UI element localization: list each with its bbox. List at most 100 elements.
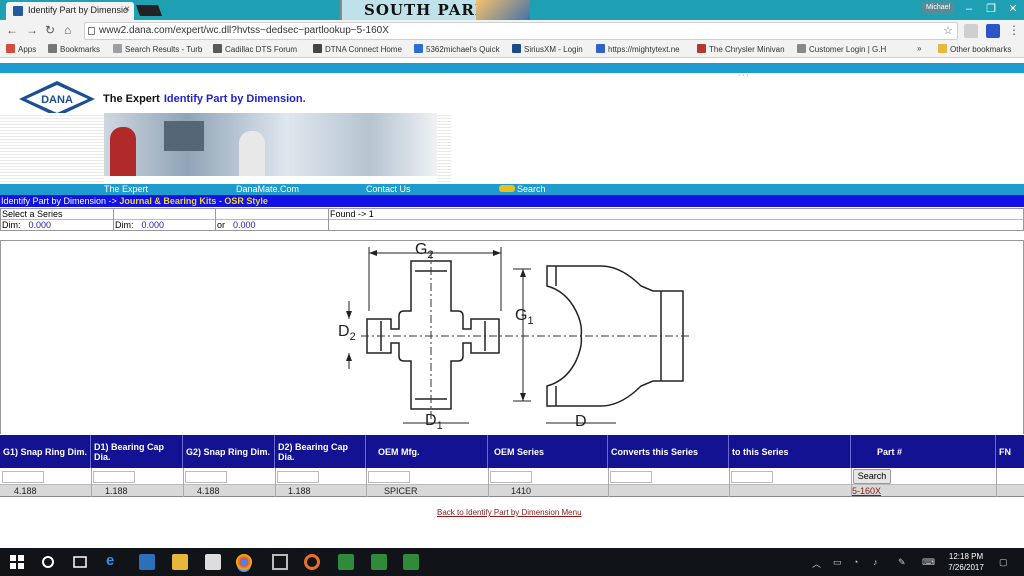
- back-icon[interactable]: ←: [6, 23, 18, 37]
- dim2-field[interactable]: Dim: 0.000: [114, 220, 164, 231]
- decorative-dots: · · ·: [738, 72, 749, 79]
- g1-input[interactable]: [2, 471, 44, 483]
- col-to-series: to this Series: [729, 435, 851, 468]
- bookmark-item[interactable]: 5362michael's Quick: [414, 44, 500, 54]
- converts-input[interactable]: [610, 471, 652, 483]
- edge-icon[interactable]: e: [106, 552, 122, 569]
- svg-text:DANA: DANA: [41, 94, 73, 106]
- nav-the-expert[interactable]: The Expert: [104, 184, 148, 195]
- chrome-icon[interactable]: [236, 554, 252, 570]
- oem-mfg-input[interactable]: [368, 471, 410, 483]
- cell-d1: 1.188: [105, 486, 128, 496]
- select-series-label[interactable]: Select a Series: [1, 209, 63, 220]
- taskbar: e ︿ ▭ ◔ ♪ ✎ ⌨ 12:18 PM 7/26/2017 ▢: [0, 548, 1024, 576]
- forward-icon[interactable]: →: [26, 23, 38, 37]
- bookmark-star-icon[interactable]: ☆: [943, 24, 953, 37]
- file-explorer-icon[interactable]: [172, 554, 188, 570]
- bookmarks-bar: Apps Bookmarks Search Results - Turb Cad…: [0, 42, 1024, 58]
- extension-icon[interactable]: [986, 24, 1000, 38]
- brand-subtitle: Identify Part by Dimension.: [163, 93, 306, 105]
- nav-danamate[interactable]: DanaMate.Com: [236, 184, 299, 195]
- app-icon[interactable]: [371, 554, 387, 570]
- d1-input[interactable]: [93, 471, 135, 483]
- more-bookmarks-icon[interactable]: »: [917, 44, 921, 53]
- g2-label: G2: [415, 241, 434, 262]
- bookmark-item[interactable]: Apps: [6, 44, 36, 54]
- col-d2: D2) Bearing Cap Dia.: [275, 435, 366, 468]
- header-stripe: [0, 63, 1024, 73]
- dimension-diagram: G2 G1 D2 D1 D: [0, 240, 1024, 434]
- media-app-icon[interactable]: [304, 554, 320, 570]
- pen-icon[interactable]: ✎: [898, 557, 906, 568]
- cell-d2: 1.188: [288, 486, 311, 496]
- keyboard-icon[interactable]: ⌨: [922, 557, 935, 568]
- address-bar[interactable]: www2.dana.com/expert/wc.dll?hvtss~dedsec…: [84, 22, 958, 40]
- bookmark-item[interactable]: Other bookmarks: [938, 44, 1011, 54]
- task-view-icon[interactable]: [72, 554, 88, 570]
- new-tab-button[interactable]: [135, 5, 163, 16]
- decorative-lines: [0, 113, 104, 185]
- maximize-icon[interactable]: ❐: [980, 0, 1002, 20]
- cell-g1: 4.188: [14, 486, 37, 496]
- store-icon[interactable]: [205, 554, 221, 570]
- g2-input[interactable]: [185, 471, 227, 483]
- decorative-lines: [437, 113, 451, 185]
- bookmark-item[interactable]: Cadillac DTS Forum: [213, 44, 297, 54]
- volume-icon[interactable]: ♪: [873, 557, 878, 567]
- bookmark-item[interactable]: DTNA Connect Home: [313, 44, 402, 54]
- app-icon[interactable]: [338, 554, 354, 570]
- or-field[interactable]: or 0.000: [216, 220, 256, 231]
- bookmark-item[interactable]: SiriusXM - Login: [512, 44, 583, 54]
- profile-button[interactable]: Michael: [922, 2, 954, 14]
- reload-icon[interactable]: ↻: [45, 23, 55, 37]
- page-info-icon[interactable]: [88, 27, 95, 35]
- nav-contact-us[interactable]: Contact Us: [366, 184, 411, 195]
- notifications-icon[interactable]: ▢: [999, 557, 1008, 568]
- page-content: DANA The Expert Identify Part by Dimensio…: [0, 58, 1024, 548]
- windows-start-icon[interactable]: [9, 554, 25, 570]
- d2-input[interactable]: [277, 471, 319, 483]
- url-text: www2.dana.com/expert/wc.dll?hvtss~dedsec…: [99, 25, 389, 36]
- breadcrumb-parent[interactable]: Identify Part by Dimension ->: [1, 196, 117, 206]
- home-icon[interactable]: ⌂: [64, 23, 71, 37]
- d1-label: D1: [425, 412, 443, 433]
- close-tab-icon[interactable]: ×: [124, 4, 130, 15]
- extension-icon[interactable]: [964, 24, 978, 38]
- search-button[interactable]: Search: [853, 469, 891, 484]
- clock[interactable]: 12:18 PM 7/26/2017: [944, 551, 988, 573]
- brand-heading: The Expert Identify Part by Dimension.: [103, 93, 306, 105]
- g1-label: G1: [515, 307, 534, 328]
- breadcrumb: Identify Part by Dimension -> Journal & …: [0, 195, 1024, 207]
- oem-series-input[interactable]: [490, 471, 532, 483]
- bookmark-item[interactable]: The Chrysler Minivan: [697, 44, 785, 54]
- bookmark-item[interactable]: Bookmarks: [48, 44, 100, 54]
- table-header: G1) Snap Ring Dim. D1) Bearing Cap Dia. …: [0, 435, 1024, 468]
- back-to-menu-link[interactable]: Back to Identify Part by Dimension Menu: [437, 508, 582, 517]
- d-label: D: [575, 413, 587, 430]
- battery-icon[interactable]: ▭: [833, 557, 842, 568]
- bookmark-item[interactable]: https://mightytext.ne: [596, 44, 680, 54]
- minimize-icon[interactable]: –: [958, 0, 980, 20]
- menu-icon[interactable]: ⋮: [1008, 23, 1020, 37]
- wifi-icon[interactable]: ◔: [853, 557, 858, 567]
- close-window-icon[interactable]: ✕: [1002, 0, 1024, 20]
- header-photo: [104, 113, 437, 176]
- bookmark-item[interactable]: Search Results - Turb: [113, 44, 202, 54]
- site-nav: The Expert DanaMate.Com Contact Us Searc…: [0, 184, 1024, 195]
- part-number-link[interactable]: 5-160X: [852, 485, 881, 497]
- app-icon[interactable]: [403, 554, 419, 570]
- browser-tab[interactable]: Identify Part by Dimensio ×: [6, 2, 134, 20]
- tab-bar: Identify Part by Dimensio × SOUTH PARK M…: [0, 0, 1024, 20]
- app-icon[interactable]: [139, 554, 155, 570]
- to-series-input[interactable]: [731, 471, 773, 483]
- filter-input-row: Search: [0, 468, 1024, 485]
- dim1-field[interactable]: Dim: 0.000: [1, 220, 51, 231]
- bookmark-item[interactable]: Customer Login | G.H: [797, 44, 886, 54]
- tray-chevron-icon[interactable]: ︿: [812, 557, 821, 570]
- u-joint-diagram: [346, 247, 691, 424]
- cell-oem-mfg: SPICER: [384, 486, 418, 496]
- new-badge-icon: [499, 185, 515, 192]
- window-app-icon[interactable]: [272, 554, 288, 570]
- nav-search[interactable]: Search: [499, 184, 546, 195]
- cortana-icon[interactable]: [40, 554, 56, 570]
